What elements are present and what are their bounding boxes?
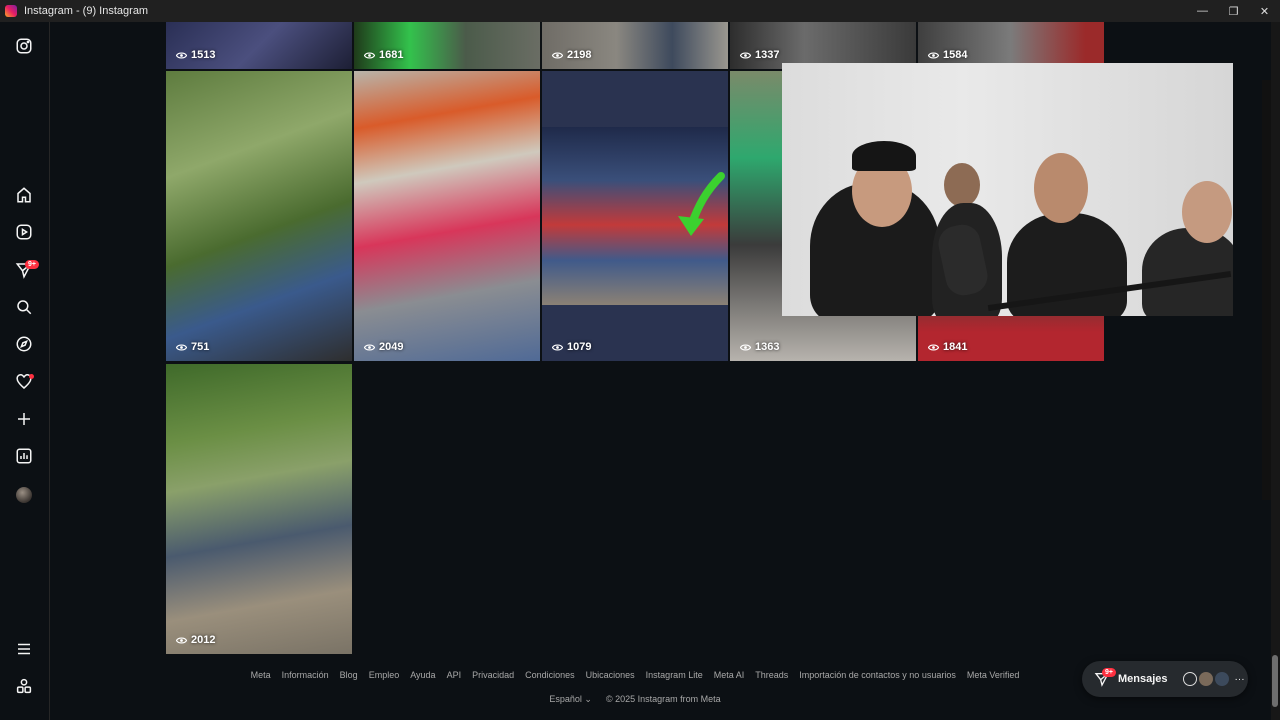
footer-link[interactable]: Blog: [340, 670, 358, 680]
eye-icon: [176, 344, 187, 350]
footer-link[interactable]: Ubicaciones: [586, 670, 635, 680]
messages-badge: 9+: [25, 260, 39, 269]
view-count: 1513: [176, 49, 215, 61]
search-icon[interactable]: [14, 297, 34, 317]
view-count: 1584: [928, 49, 967, 61]
scrollbar[interactable]: [1271, 22, 1280, 720]
reel-thumbnail[interactable]: 2049: [354, 71, 540, 361]
language-selector[interactable]: Español ⌄: [549, 694, 592, 705]
instagram-app-icon: [5, 5, 17, 17]
footer-link[interactable]: Ayuda: [410, 670, 435, 680]
footer-link[interactable]: Instagram Lite: [646, 670, 703, 680]
home-icon[interactable]: [14, 185, 34, 205]
footer-link[interactable]: Condiciones: [525, 670, 575, 680]
contact-avatar: [1198, 672, 1213, 686]
dashboard-icon[interactable]: [14, 446, 34, 466]
footer-link[interactable]: API: [447, 670, 462, 680]
chevron-down-icon: ⌄: [584, 694, 592, 704]
more-icon[interactable]: ···: [1235, 674, 1245, 685]
person-head: [1034, 153, 1088, 223]
eye-icon: [364, 344, 375, 350]
view-count: 1841: [928, 341, 967, 353]
explore-icon[interactable]: [14, 334, 34, 354]
eye-icon: [176, 52, 187, 58]
reel-thumbnail[interactable]: 1513: [166, 22, 352, 69]
sidebar: 9+: [0, 22, 50, 720]
view-count: 1337: [740, 49, 779, 61]
footer-link[interactable]: Meta: [251, 670, 271, 680]
messages-label: Mensajes: [1118, 673, 1168, 685]
footer-link[interactable]: Importación de contactos y no usuarios: [799, 670, 956, 680]
reel-thumbnail[interactable]: 1584: [918, 22, 1104, 69]
eye-icon: [552, 52, 563, 58]
restore-button[interactable]: ❐: [1218, 0, 1249, 22]
contact-avatar: [1214, 672, 1229, 686]
person-head: [944, 163, 980, 207]
view-count: 1079: [552, 341, 591, 353]
reel-thumbnail[interactable]: 1337: [730, 22, 916, 69]
footer-link[interactable]: Información: [282, 670, 329, 680]
footer-link[interactable]: Privacidad: [472, 670, 514, 680]
window-titlebar: Instagram - (9) Instagram — ❐ ✕: [0, 0, 1280, 22]
footer-link[interactable]: Threads: [755, 670, 788, 680]
eye-icon: [928, 52, 939, 58]
footer-link[interactable]: Meta Verified: [967, 670, 1020, 680]
view-count: 1363: [740, 341, 779, 353]
notifications-dot: [29, 374, 34, 379]
scrollbar-thumb[interactable]: [1272, 655, 1278, 707]
eye-icon: [364, 52, 375, 58]
reel-thumbnail[interactable]: 2012: [166, 364, 352, 654]
meta-apps-icon[interactable]: [14, 676, 34, 696]
eye-icon: [740, 52, 751, 58]
view-count: 2198: [552, 49, 591, 61]
arrow-icon: [678, 172, 725, 236]
instagram-icon[interactable]: [14, 36, 34, 56]
eye-icon: [176, 637, 187, 643]
view-count: 2049: [364, 341, 403, 353]
eye-icon: [552, 344, 563, 350]
eye-icon: [928, 344, 939, 350]
messages-badge: 9+: [1102, 668, 1116, 677]
footer-meta: Español ⌄ © 2025 Instagram from Meta: [166, 694, 1104, 705]
floating-video-player[interactable]: [782, 63, 1233, 316]
reel-thumbnail[interactable]: 1681: [354, 22, 540, 69]
contact-avatar: [1182, 672, 1197, 686]
footer-links: Meta Información Blog Empleo Ayuda API P…: [166, 670, 1104, 680]
person-head: [1182, 181, 1232, 243]
copyright: © 2025 Instagram from Meta: [605, 694, 721, 704]
create-icon[interactable]: [14, 409, 34, 429]
footer-link[interactable]: Meta AI: [714, 670, 745, 680]
close-button[interactable]: ✕: [1249, 0, 1280, 22]
window-title: Instagram - (9) Instagram: [24, 5, 149, 17]
more-menu-icon[interactable]: [14, 639, 34, 659]
footer-link[interactable]: Empleo: [369, 670, 400, 680]
reel-thumbnail[interactable]: 2198: [542, 22, 728, 69]
profile-avatar[interactable]: [16, 487, 32, 503]
view-count: 1681: [364, 49, 403, 61]
window-controls: — ❐ ✕: [1187, 0, 1280, 22]
reel-thumbnail[interactable]: 751: [166, 71, 352, 361]
reel-thumbnail[interactable]: 1079: [542, 71, 728, 361]
view-count: 2012: [176, 634, 215, 646]
view-count: 751: [176, 341, 209, 353]
eye-icon: [740, 344, 751, 350]
reels-icon[interactable]: [14, 222, 34, 242]
bucket-hat: [852, 141, 916, 171]
minimize-button[interactable]: —: [1187, 0, 1218, 22]
messages-button[interactable]: 9+ Mensajes ···: [1082, 661, 1248, 697]
